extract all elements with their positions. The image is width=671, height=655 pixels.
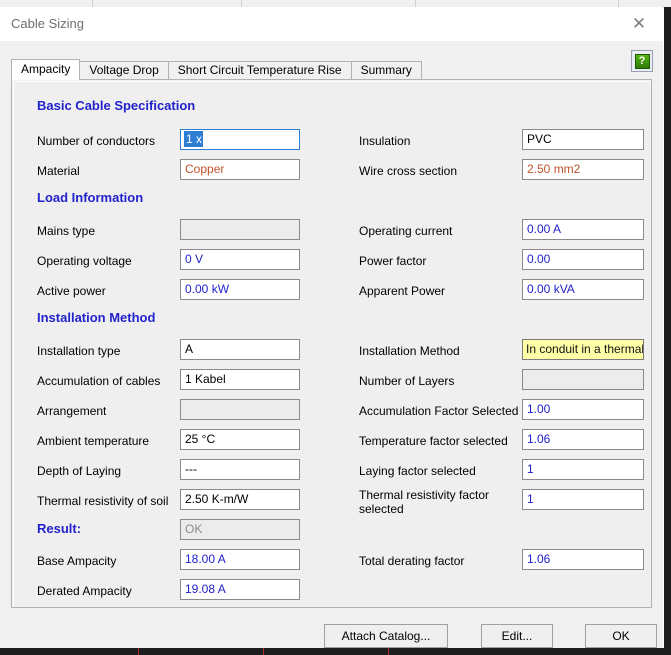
label-temperature-factor-selected: Temperature factor selected [359,434,508,448]
label-wire-cross-section: Wire cross section [359,164,458,178]
ambient-temperature-input[interactable]: 25 °C [180,429,300,450]
installation-method-input[interactable]: In conduit in a thermal [522,339,644,360]
label-mains-type: Mains type [37,224,96,238]
thermal-resistivity-of-soil-input[interactable]: 2.50 K-m/W [180,489,300,510]
attach-catalog-button[interactable]: Attach Catalog... [324,624,448,648]
label-power-factor: Power factor [359,254,427,268]
label-arrangement: Arrangement [37,404,107,418]
label-depth-of-laying: Depth of Laying [37,464,122,478]
label-laying-factor-selected: Laying factor selected [359,464,476,478]
close-icon[interactable]: ✕ [625,11,653,37]
label-material: Material [37,164,80,178]
total-derating-factor-input[interactable]: 1.06 [522,549,644,570]
number-of-layers-input[interactable] [522,369,644,390]
power-factor-input[interactable]: 0.00 [522,249,644,270]
label-insulation: Insulation [359,134,411,148]
section-load-information: Load Information [37,190,144,205]
label-installation-method: Installation Method [359,344,460,358]
derated-ampacity-input[interactable]: 19.08 A [180,579,300,600]
background-window-bottom-strip [0,648,671,655]
arrangement-input[interactable] [180,399,300,420]
tab-strip: Ampacity Voltage Drop Short Circuit Temp… [11,59,422,80]
dialog-title: Cable Sizing [11,16,84,31]
material-input[interactable]: Copper [180,159,300,180]
label-active-power: Active power [37,284,106,298]
label-number-of-layers: Number of Layers [359,374,455,388]
label-accumulation-of-cables: Accumulation of cables [37,374,161,388]
base-ampacity-input[interactable]: 18.00 A [180,549,300,570]
tab-voltage-drop[interactable]: Voltage Drop [79,61,169,80]
help-button[interactable]: ? [631,50,653,72]
label-derated-ampacity: Derated Ampacity [37,584,132,598]
label-total-derating-factor: Total derating factor [359,554,465,568]
tab-ampacity[interactable]: Ampacity [11,59,81,80]
label-thermal-resistivity-of-soil: Thermal resistivity of soil [37,494,169,508]
label-thermal-resistivity-factor-selected: Thermal resistivity factor selected [359,488,490,516]
temperature-factor-selected-input[interactable]: 1.06 [522,429,644,450]
operating-voltage-input[interactable]: 0 V [180,249,300,270]
label-number-of-conductors: Number of conductors [37,134,156,148]
section-basic-cable-specification: Basic Cable Specification [37,98,196,113]
laying-factor-selected-input[interactable]: 1 [522,459,644,480]
edit-button[interactable]: Edit... [481,624,553,648]
section-installation-method: Installation Method [37,310,156,325]
depth-of-laying-input[interactable]: --- [180,459,300,480]
accumulation-factor-selected-input[interactable]: 1.00 [522,399,644,420]
label-operating-voltage: Operating voltage [37,254,132,268]
label-accumulation-factor-selected: Accumulation Factor Selected [359,404,519,418]
installation-type-input[interactable]: A [180,339,300,360]
ok-button[interactable]: OK [585,624,657,648]
tab-page-inner: Basic Cable Specification Number of cond… [13,81,650,606]
tab-page-ampacity: Basic Cable Specification Number of cond… [11,79,652,608]
tab-short-circuit-temperature-rise[interactable]: Short Circuit Temperature Rise [167,61,352,80]
result-status-field: OK [180,519,300,540]
label-operating-current: Operating current [359,224,453,238]
section-result: Result: [37,521,82,536]
accumulation-of-cables-input[interactable]: 1 Kabel [180,369,300,390]
label-installation-type: Installation type [37,344,121,358]
number-of-conductors-input[interactable]: 1 x [180,129,300,150]
apparent-power-input[interactable]: 0.00 kVA [522,279,644,300]
label-base-ampacity: Base Ampacity [37,554,117,568]
operating-current-input[interactable]: 0.00 A [522,219,644,240]
dialog-titlebar: Cable Sizing ✕ [0,7,663,41]
active-power-input[interactable]: 0.00 kW [180,279,300,300]
mains-type-input[interactable] [180,219,300,240]
wire-cross-section-input[interactable]: 2.50 mm2 [522,159,644,180]
label-ambient-temperature: Ambient temperature [37,434,150,448]
insulation-input[interactable]: PVC [522,129,644,150]
window-drop-shadow [664,7,671,648]
thermal-resistivity-factor-selected-input[interactable]: 1 [522,489,644,510]
cable-sizing-dialog: Cable Sizing ✕ ? Ampacity Voltage Drop S… [0,7,663,648]
number-of-conductors-value: 1 x [184,131,204,147]
tab-summary[interactable]: Summary [350,61,422,80]
question-mark-icon: ? [634,53,650,69]
label-apparent-power: Apparent Power [359,284,446,298]
